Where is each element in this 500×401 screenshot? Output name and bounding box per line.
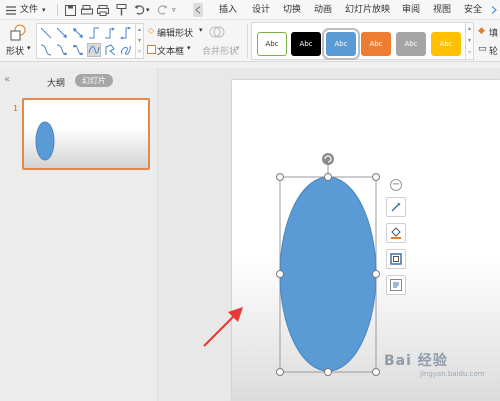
layout-options-icon[interactable]	[386, 275, 406, 295]
shape-fill-icon[interactable]	[386, 223, 406, 243]
resize-handle-right[interactable]	[372, 270, 380, 278]
resize-handle-left[interactable]	[276, 270, 284, 278]
collapse-toolbar-icon[interactable]: −	[390, 179, 402, 191]
watermark-url: jingyan.baidu.com	[420, 370, 485, 378]
resize-handle-bottom-right[interactable]	[372, 368, 380, 376]
resize-handle-bottom[interactable]	[324, 368, 332, 376]
resize-handle-bottom-left[interactable]	[276, 368, 284, 376]
resize-handle-top[interactable]	[324, 173, 332, 181]
resize-handle-top-left[interactable]	[276, 173, 284, 181]
annotation-arrow-icon	[203, 307, 243, 347]
shape-effects-icon[interactable]	[386, 197, 406, 217]
shape-outline-icon[interactable]	[386, 249, 406, 269]
ellipse-shape[interactable]	[279, 176, 377, 372]
rotate-handle-icon[interactable]	[322, 153, 334, 165]
watermark-logo: Bai 经验	[384, 353, 448, 369]
resize-handle-top-right[interactable]	[372, 173, 380, 181]
